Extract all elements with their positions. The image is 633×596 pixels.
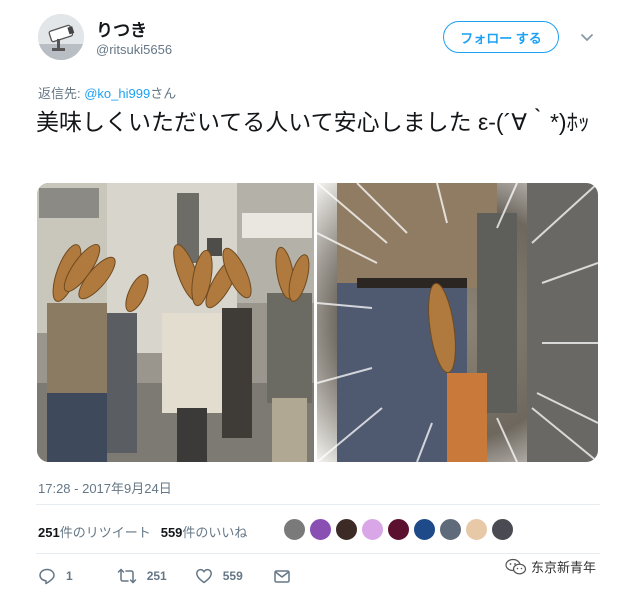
reply-button[interactable]: 1 [38,567,73,585]
reply-mention-link[interactable]: @ko_hi999 [84,86,150,101]
watermark-text: 东京新青年 [531,560,597,575]
direct-message-button[interactable] [273,567,291,585]
liker-avatar-6[interactable] [413,518,436,541]
watermark: 东京新青年 [505,557,596,576]
liker-avatar-4[interactable] [361,518,384,541]
chevron-down-icon[interactable] [579,30,595,46]
user-avatar[interactable] [38,14,84,60]
liker-avatar-2[interactable] [309,518,332,541]
photo-baguette-closeup [317,183,598,462]
liker-avatars [283,518,514,541]
reply-to-line: 返信先: @ko_hi999さん [38,83,176,102]
wechat-icon [505,558,527,574]
tweet-card: りつき @ritsuki5656 フォロー する 返信先: @ko_hi999さ… [0,0,633,596]
retweets-count: 251 [38,525,60,540]
photo-baguette-people-street [37,183,314,462]
retweets-label: 件のリツイート [59,525,151,540]
display-name[interactable]: りつき [96,16,147,41]
tweet-photo-1[interactable] [37,183,314,462]
tweet-text: 美味しくいただいてる人いて安心しました ε-(´∀｀*)ﾎｯ [36,109,590,135]
reply-prefix: 返信先: [38,86,85,101]
tweet-timestamp[interactable]: 17:28 - 2017年9月24日 [38,478,172,497]
like-stat[interactable]: 559件のいいね [161,525,248,540]
envelope-icon [274,570,290,583]
liker-avatar-8[interactable] [465,518,488,541]
likes-label: 件のいいね [182,525,248,540]
reply-suffix: さん [150,86,177,101]
reply-icon [39,568,55,585]
like-button[interactable]: 559 [195,567,243,585]
cctv-camera-icon [38,14,84,60]
retweet-count: 251 [146,569,167,583]
liker-avatar-9[interactable] [491,518,514,541]
follow-button[interactable]: フォロー する [443,21,559,53]
liker-avatar-3[interactable] [335,518,358,541]
tweet-actions: 1 251 559 [38,566,291,586]
likes-count: 559 [160,525,183,540]
user-handle[interactable]: @ritsuki5656 [96,42,172,57]
retweet-icon [117,568,136,584]
like-count: 559 [222,569,243,583]
liker-avatar-1[interactable] [283,518,306,541]
heart-icon [195,568,212,584]
retweet-button[interactable]: 251 [117,567,167,585]
engagement-stats: 251件のリツイート 559件のいいね [38,522,247,541]
tweet-photo-2[interactable] [317,183,598,462]
divider-top [36,504,600,505]
retweet-stat[interactable]: 251件のリツイート [38,525,151,540]
liker-avatar-5[interactable] [387,518,410,541]
liker-avatar-7[interactable] [439,518,462,541]
divider-bottom [36,553,600,554]
reply-count: 1 [66,569,73,583]
